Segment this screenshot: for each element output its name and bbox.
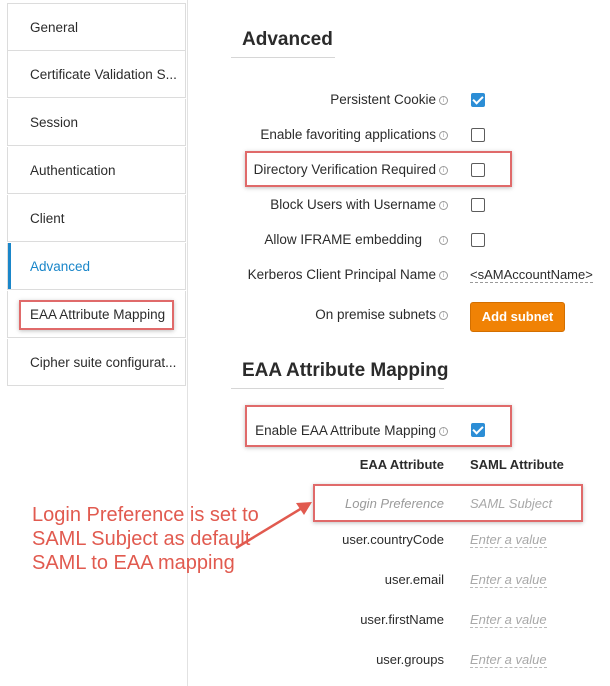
annotation-arrow	[235, 502, 312, 550]
